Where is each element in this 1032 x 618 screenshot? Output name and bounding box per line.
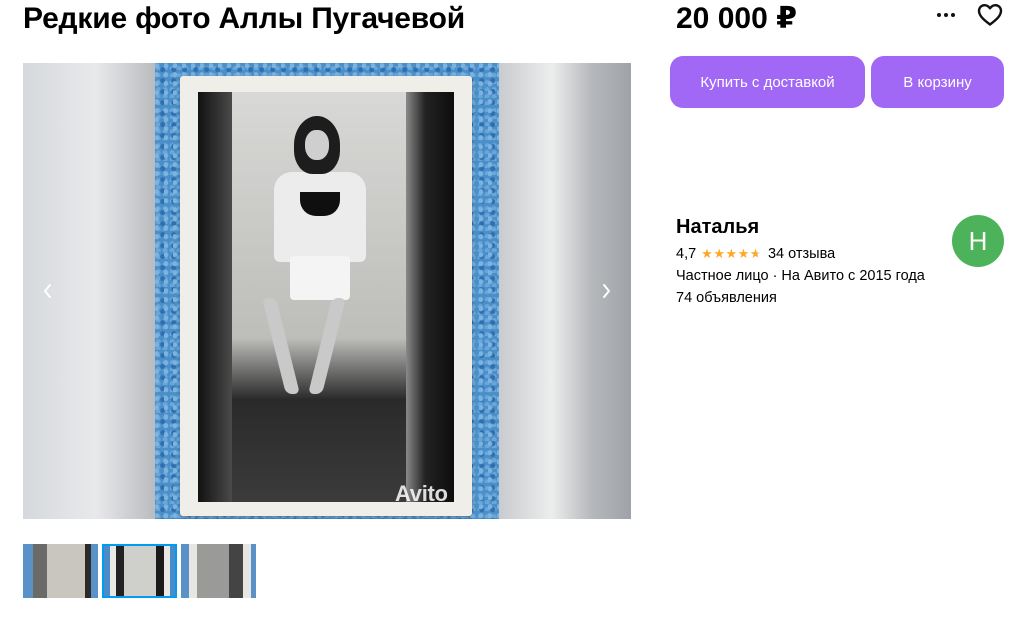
seller-listings-link[interactable]: 74 объявления xyxy=(676,290,777,306)
seller-rating-row: 4,7 ★ ★ ★ ★ ★ 34 отзыва xyxy=(676,246,835,262)
main-photo xyxy=(155,63,499,519)
gallery-prev-button[interactable] xyxy=(33,277,63,305)
favorite-button[interactable] xyxy=(975,1,1005,29)
more-options-button[interactable] xyxy=(931,4,961,26)
photo-figure-shorts xyxy=(290,256,350,300)
star-icon: ★ xyxy=(737,246,750,261)
seller-meta: Частное лицо · На Авито с 2015 года xyxy=(676,268,925,284)
photo-figure-face xyxy=(305,130,329,160)
photo-figure-leg-left xyxy=(262,298,300,394)
photo-figure-jacket xyxy=(274,172,366,262)
reviews-link[interactable]: 34 отзыва xyxy=(768,246,835,262)
thumbnail-3[interactable] xyxy=(181,544,256,598)
star-icon: ★ xyxy=(725,246,738,261)
clipped-text-fragment xyxy=(676,122,736,126)
gallery-next-button[interactable] xyxy=(591,277,621,305)
photo-figure-top xyxy=(300,192,340,216)
chevron-left-icon xyxy=(44,284,51,298)
photo-gallery[interactable]: Avito xyxy=(23,63,631,519)
more-dots-icon xyxy=(937,13,941,17)
listing-price: 20 000 ₽ xyxy=(676,2,797,35)
add-to-cart-button[interactable]: В корзину xyxy=(871,56,1004,108)
heart-icon xyxy=(977,4,1003,26)
avito-watermark: Avito xyxy=(395,481,448,506)
more-dot xyxy=(944,13,948,17)
star-icon: ★ xyxy=(701,246,713,261)
chevron-right-icon xyxy=(603,284,610,298)
photo-door-right xyxy=(406,92,454,502)
seller-name[interactable]: Наталья xyxy=(676,216,759,239)
thumbnail-1[interactable] xyxy=(23,544,98,598)
seller-rating-value: 4,7 xyxy=(676,246,697,262)
seller-avatar[interactable]: Н xyxy=(952,215,1004,267)
vintage-photo-image xyxy=(198,92,454,502)
buy-with-delivery-button[interactable]: Купить с доставкой xyxy=(670,56,865,108)
rating-stars: ★ ★ ★ ★ ★ xyxy=(701,246,762,262)
photo-door-left xyxy=(198,92,232,502)
star-icon: ★ xyxy=(713,246,725,261)
vintage-photo-card xyxy=(180,76,472,516)
listing-title: Редкие фото Аллы Пугачевой xyxy=(23,2,465,35)
thumbnail-2-active[interactable] xyxy=(102,544,177,598)
thumbnail-strip xyxy=(23,544,260,598)
more-dot xyxy=(951,13,955,17)
star-half-icon: ★ xyxy=(749,246,762,261)
photo-figure-leg-right xyxy=(308,298,346,394)
